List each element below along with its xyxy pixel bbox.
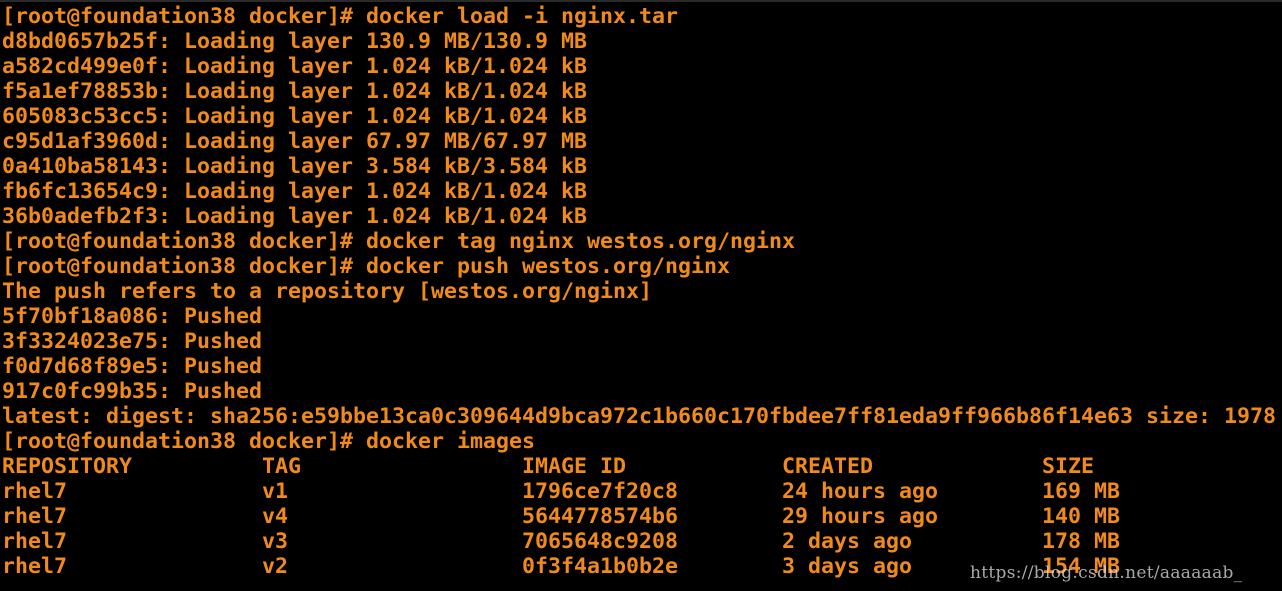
digest-line: latest: digest: sha256:e59bbe13ca0c30964… <box>2 404 1277 429</box>
load-progress-line: 605083c53cc5: Loading layer 1.024 kB/1.0… <box>2 104 588 129</box>
load-progress-line: f5a1ef78853b: Loading layer 1.024 kB/1.0… <box>2 79 588 104</box>
load-progress-line: fb6fc13654c9: Loading layer 1.024 kB/1.0… <box>2 179 588 204</box>
images-table-header: REPOSITORY TAG IMAGE ID CREATED SIZE <box>2 454 1095 479</box>
push-info-line: The push refers to a repository [westos.… <box>2 279 653 304</box>
pushed-layer-line: 917c0fc99b35: Pushed <box>2 379 263 404</box>
pushed-layer-line: f0d7d68f89e5: Pushed <box>2 354 263 379</box>
prompt-line-docker-tag: [root@foundation38 docker]# docker tag n… <box>2 229 796 254</box>
terminal-window[interactable]: [root@foundation38 docker]# docker load … <box>0 0 1282 591</box>
load-progress-line: d8bd0657b25f: Loading layer 130.9 MB/130… <box>2 29 588 54</box>
load-progress-line: c95d1af3960d: Loading layer 67.97 MB/67.… <box>2 129 588 154</box>
images-table-row: rhel7 v1 1796ce7f20c8 24 hours ago 169 M… <box>2 479 1121 504</box>
prompt-line-docker-load: [root@foundation38 docker]# docker load … <box>2 4 679 29</box>
images-table-row: rhel7 v4 5644778574b6 29 hours ago 140 M… <box>2 504 1121 529</box>
load-progress-line: 36b0adefb2f3: Loading layer 1.024 kB/1.0… <box>2 204 588 229</box>
pushed-layer-line: 5f70bf18a086: Pushed <box>2 304 263 329</box>
prompt-line-docker-push: [root@foundation38 docker]# docker push … <box>2 254 731 279</box>
load-progress-line: 0a410ba58143: Loading layer 3.584 kB/3.5… <box>2 154 588 179</box>
load-progress-line: a582cd499e0f: Loading layer 1.024 kB/1.0… <box>2 54 588 79</box>
prompt-line-docker-images: [root@foundation38 docker]# docker image… <box>2 429 536 454</box>
pushed-layer-line: 3f3324023e75: Pushed <box>2 329 263 354</box>
terminal-output: [root@foundation38 docker]# docker load … <box>2 4 1276 579</box>
images-table-row: rhel7 v3 7065648c9208 2 days ago 178 MB <box>2 529 1121 554</box>
watermark-url: https://blog.csdn.net/aaaaaab_ <box>970 563 1243 583</box>
